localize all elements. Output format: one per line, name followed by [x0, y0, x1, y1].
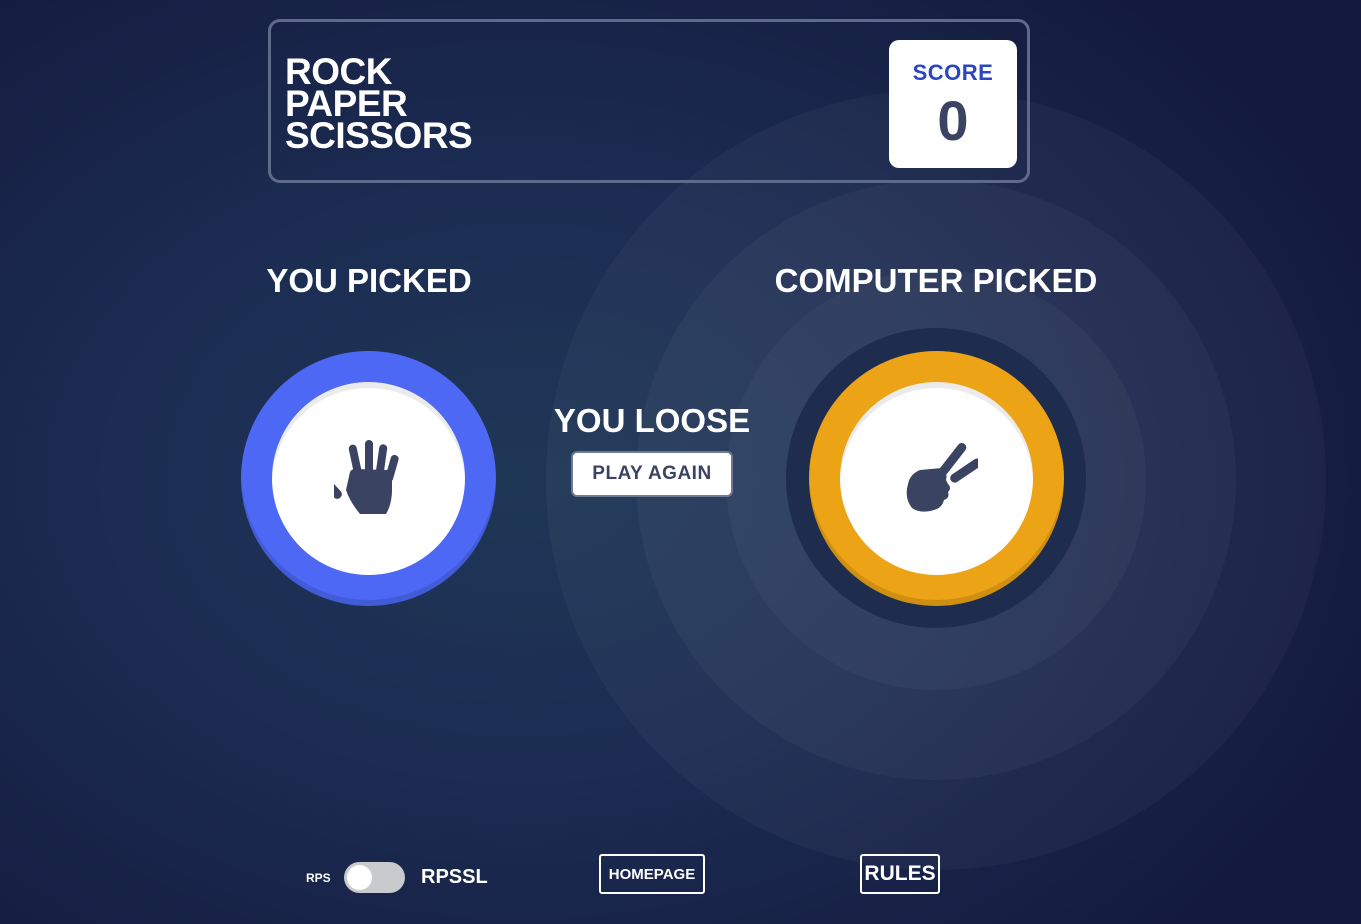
- token-face: [840, 382, 1033, 575]
- mode-rpssl-label: RPSSL: [421, 866, 488, 888]
- player-pick-heading: YOU PICKED: [266, 262, 472, 299]
- paper-hand-icon: [334, 440, 399, 514]
- scissors-hand-icon: [906, 442, 978, 512]
- mode-rps-label: RPS: [306, 871, 331, 885]
- toggle-knob[interactable]: [347, 865, 372, 890]
- play-again-button[interactable]: PLAY AGAIN: [571, 451, 733, 497]
- score-value: 0: [937, 89, 969, 152]
- score-header: ROCK PAPER SCISSORS SCORE 0: [268, 19, 1030, 183]
- score-box: SCORE 0: [889, 40, 1017, 168]
- homepage-button[interactable]: HOMEPAGE: [599, 854, 705, 894]
- computer-pick-heading: COMPUTER PICKED: [774, 262, 1098, 299]
- game-mode-toggle[interactable]: [344, 862, 405, 893]
- token-face: [272, 382, 465, 575]
- computer-choice-scissors-token: [809, 351, 1064, 606]
- game-title-line: SCISSORS: [285, 115, 473, 156]
- rules-button[interactable]: RULES: [860, 854, 940, 894]
- player-choice-paper-token: [241, 351, 496, 606]
- score-label: SCORE: [912, 60, 994, 85]
- result-message: YOU LOOSE: [553, 402, 751, 439]
- game-title: ROCK PAPER SCISSORS: [285, 53, 473, 156]
